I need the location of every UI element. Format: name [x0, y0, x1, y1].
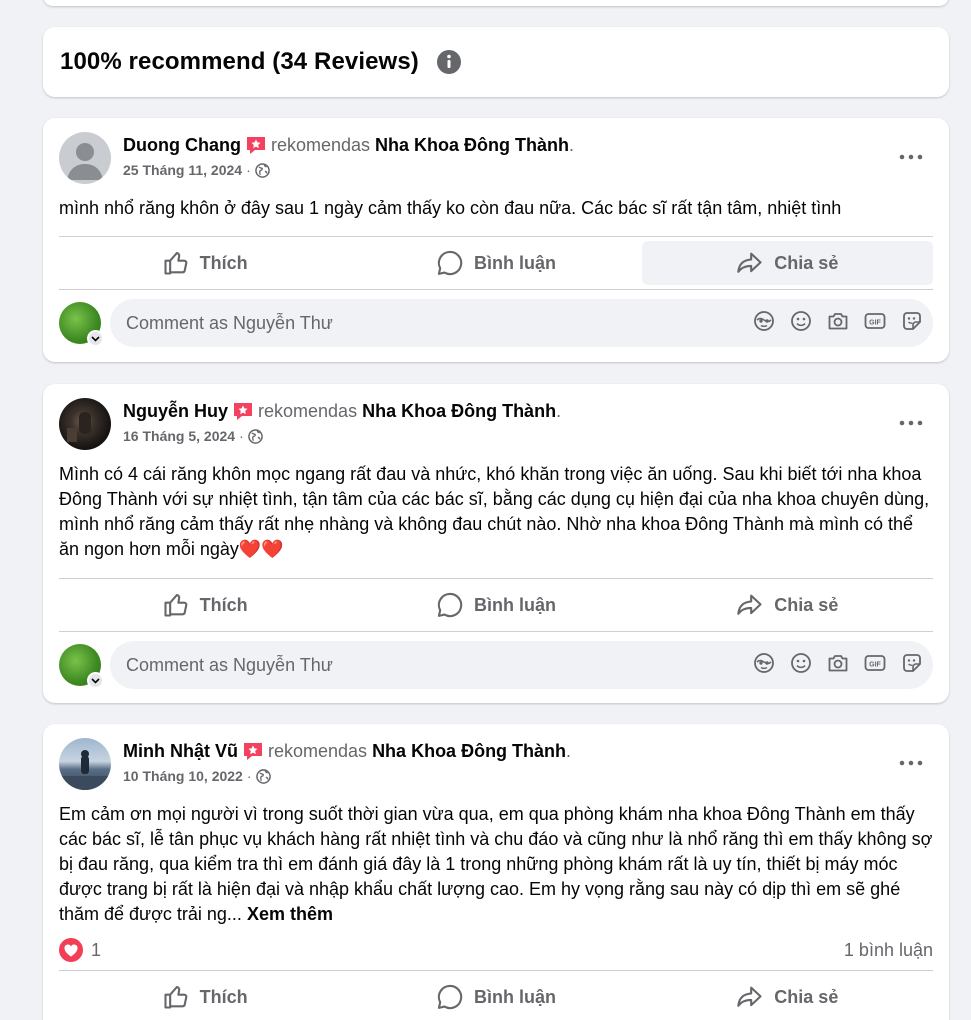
review-text: Mình có 4 cái răng khôn mọc ngang rất đa…	[59, 464, 930, 559]
separator-dot: ·	[239, 428, 244, 444]
gif-icon[interactable]: GIF	[864, 310, 886, 332]
love-reaction-icon	[59, 938, 83, 962]
review-header: Nguyễn Huy rekomendas Nha Khoa Đông Thàn…	[43, 384, 949, 454]
share-button[interactable]: Chia sẻ	[641, 241, 933, 285]
reaction-count: 1	[91, 939, 102, 960]
share-button[interactable]: Chia sẻ	[642, 975, 933, 1019]
author-name[interactable]: Nguyễn Huy	[123, 401, 228, 422]
review-header: Duong Chang rekomendas Nha Khoa Đông Thà…	[43, 118, 949, 188]
page-name-link[interactable]: Nha Khoa Đông Thành	[372, 741, 566, 762]
globe-icon	[254, 162, 270, 178]
recommend-badge-icon	[242, 740, 264, 762]
more-options-icon[interactable]	[891, 751, 931, 775]
comment-bubble-icon	[437, 984, 463, 1010]
period: .	[569, 134, 575, 155]
globe-icon	[247, 428, 263, 444]
emoji-icon[interactable]	[790, 310, 812, 332]
thumbs-up-icon	[164, 252, 188, 275]
comment-label: Bình luận	[473, 252, 556, 273]
camera-icon[interactable]	[827, 310, 849, 332]
thumbs-up-icon	[164, 986, 188, 1009]
previous-card-edge	[43, 0, 949, 6]
share-arrow-icon	[737, 594, 762, 615]
action-bar: Thích Bình luận Chia sẻ	[59, 237, 933, 289]
like-button[interactable]: Thích	[59, 583, 350, 627]
share-label: Chia sẻ	[774, 986, 839, 1007]
more-options-icon[interactable]	[891, 411, 931, 435]
comment-label: Bình luận	[473, 986, 556, 1007]
avatar-photo[interactable]	[59, 398, 111, 450]
more-options-icon[interactable]	[891, 145, 931, 169]
author-name[interactable]: Duong Chang	[123, 135, 241, 156]
separator-dot: ·	[246, 768, 252, 784]
sticker-icon[interactable]	[901, 652, 923, 674]
thumbs-up-icon	[164, 594, 188, 617]
review-card: Duong Chang rekomendas Nha Khoa Đông Thà…	[43, 118, 949, 362]
sticker-icon[interactable]	[901, 310, 923, 332]
comment-button[interactable]: Bình luận	[350, 241, 641, 285]
recommends-text: rekomendas	[270, 134, 371, 155]
reaction-summary: 1 1 bình luận	[59, 930, 933, 970]
recommends-text: rekomendas	[258, 400, 358, 421]
avatar-default[interactable]	[59, 132, 111, 184]
review-date[interactable]: 10 Tháng 10, 2022	[123, 768, 243, 784]
avatar-photo[interactable]	[59, 738, 111, 790]
review-header: Minh Nhật Vũ rekomendas Nha Khoa Đông Th…	[43, 724, 949, 794]
like-button[interactable]: Thích	[59, 241, 350, 285]
review-text-content: Em cảm ơn mọi người vì trong suốt thời g…	[59, 804, 933, 924]
gif-icon[interactable]: GIF	[864, 652, 886, 674]
period: .	[566, 740, 572, 761]
like-label: Thích	[199, 252, 248, 273]
action-bar: Thích Bình luận Chia sẻ	[59, 971, 933, 1020]
avatar-sticker-icon[interactable]	[753, 310, 775, 332]
review-date[interactable]: 16 Tháng 5, 2024	[123, 428, 235, 444]
like-button[interactable]: Thích	[59, 975, 350, 1019]
review-text: mình nhổ răng khôn ở đây sau 1 ngày cảm …	[59, 198, 842, 218]
recommend-badge-icon	[245, 134, 267, 156]
recommend-badge-icon	[232, 400, 254, 422]
author-name[interactable]: Minh Nhật Vũ	[123, 741, 238, 762]
comment-label: Bình luận	[473, 594, 556, 615]
review-card: Nguyễn Huy rekomendas Nha Khoa Đông Thàn…	[43, 384, 949, 703]
review-text: Em cảm ơn mọi người vì trong suốt thời g…	[43, 802, 949, 930]
chevron-down-icon[interactable]	[87, 672, 104, 689]
comment-count[interactable]: 1 bình luận	[844, 940, 933, 961]
like-label: Thích	[199, 986, 248, 1007]
reaction-count-group[interactable]: 1	[59, 938, 101, 962]
action-bar: Thích Bình luận Chia sẻ	[59, 579, 933, 631]
globe-icon	[255, 768, 271, 784]
comment-composer: GIF	[43, 290, 949, 356]
share-arrow-icon	[737, 252, 762, 273]
camera-icon[interactable]	[827, 652, 849, 674]
avatar-sticker-icon[interactable]	[753, 652, 775, 674]
share-button[interactable]: Chia sẻ	[642, 583, 933, 627]
share-label: Chia sẻ	[774, 594, 839, 615]
comment-composer: GIF	[43, 632, 949, 698]
svg-text:GIF: GIF	[869, 320, 881, 327]
comment-button[interactable]: Bình luận	[350, 583, 641, 627]
page-name-link[interactable]: Nha Khoa Đông Thành	[375, 135, 569, 156]
svg-text:GIF: GIF	[869, 662, 881, 669]
review-date[interactable]: 25 Tháng 11, 2024	[123, 162, 242, 178]
comment-bubble-icon	[437, 592, 463, 618]
comment-bubble-icon	[437, 250, 463, 276]
comment-button[interactable]: Bình luận	[350, 975, 641, 1019]
recommend-summary-title: 100% recommend (34 Reviews)	[60, 48, 419, 75]
emoji-icon[interactable]	[790, 652, 812, 674]
like-label: Thích	[199, 594, 248, 615]
chevron-down-icon[interactable]	[87, 330, 104, 347]
recommend-summary-card: 100% recommend (34 Reviews)	[43, 27, 949, 97]
share-arrow-icon	[737, 986, 762, 1007]
review-card: Minh Nhật Vũ rekomendas Nha Khoa Đông Th…	[43, 724, 949, 1020]
period: .	[556, 400, 562, 421]
share-label: Chia sẻ	[774, 252, 839, 273]
see-more-link[interactable]: Xem thêm	[247, 904, 333, 924]
recommends-text: rekomendas	[268, 740, 368, 761]
info-icon[interactable]	[436, 49, 462, 75]
page-name-link[interactable]: Nha Khoa Đông Thành	[362, 401, 556, 422]
separator-dot: ·	[246, 162, 251, 178]
